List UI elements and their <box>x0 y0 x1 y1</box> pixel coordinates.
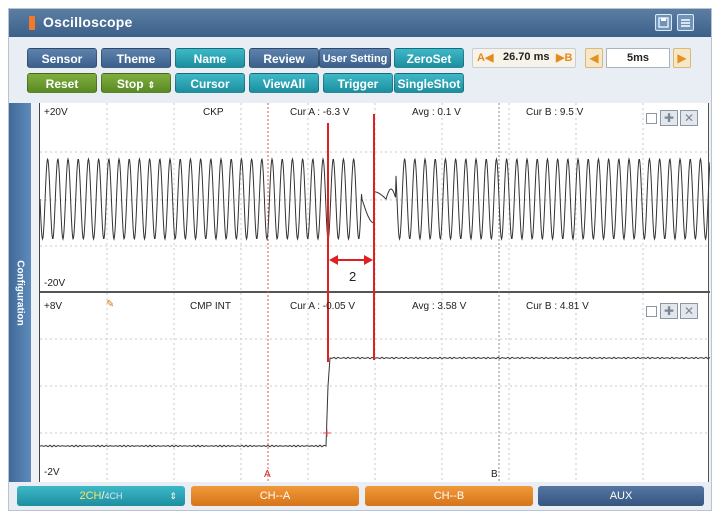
ch-a-button[interactable]: CH--A <box>191 486 359 506</box>
scope-display: +20V -20V CKP Cur A : -6.3 V Avg : 0.1 V… <box>39 103 710 482</box>
ch2-cur-a: Cur A : -0.05 V <box>290 301 356 312</box>
channel-count-other: 4CH <box>104 491 123 501</box>
window-menu-icon[interactable] <box>677 14 694 31</box>
stop-button-label: Stop <box>116 77 144 91</box>
review-button[interactable]: Review <box>249 48 319 68</box>
ch1-bottom-scale: -20V <box>44 278 66 289</box>
channel-count-selected: 2CH <box>79 490 102 502</box>
cursor-a-marker: A◀ <box>477 52 494 64</box>
window-title: Oscilloscope <box>43 14 133 30</box>
ch2-close-icon[interactable]: ✕ <box>680 303 698 319</box>
cursor-a-label: A <box>264 469 271 480</box>
timebase-decrease-button[interactable]: ◀ <box>585 48 603 68</box>
sensor-button[interactable]: Sensor <box>27 48 97 68</box>
zeroset-button[interactable]: ZeroSet <box>394 48 464 68</box>
ch1-cur-b: Cur B : 9.5 V <box>526 107 584 118</box>
title-bar: Oscilloscope <box>9 9 711 37</box>
scope-grid <box>40 103 710 482</box>
singleshot-button[interactable]: SingleShot <box>394 73 464 93</box>
annotation-label: 2 <box>349 269 357 284</box>
aux-button[interactable]: AUX <box>538 486 704 506</box>
cursor-time-display: A◀ 26.70 ms ▶B <box>472 48 576 68</box>
oscilloscope-app-icon <box>29 16 35 30</box>
trigger-button[interactable]: Trigger <box>323 73 393 93</box>
ch1-avg: Avg : 0.1 V <box>412 107 461 118</box>
cursor-b-label: B <box>491 469 498 480</box>
ch2-select-checkbox[interactable] <box>646 306 657 317</box>
ch2-zoom-icon[interactable]: ✚ <box>660 303 678 319</box>
ch2-bottom-scale: -2V <box>44 467 60 478</box>
stop-updown-icon: ⇕ <box>147 80 156 90</box>
ch1-close-icon[interactable]: ✕ <box>680 110 698 126</box>
ch1-name: CKP <box>203 107 224 118</box>
configuration-tab[interactable]: Configuration <box>9 103 31 482</box>
user-setting-button[interactable]: User Setting <box>319 48 391 68</box>
oscilloscope-window: Oscilloscope Sensor Theme Name Review Us… <box>8 8 712 511</box>
channel-count-selector[interactable]: 2CH/4CH ⇕ <box>17 486 185 506</box>
ch-b-button[interactable]: CH--B <box>365 486 533 506</box>
stop-button[interactable]: Stop ⇕ <box>101 73 171 93</box>
ch2-avg: Avg : 3.58 V <box>412 301 467 312</box>
ch1-select-checkbox[interactable] <box>646 113 657 124</box>
ch2-probe-icon: ✎ <box>106 299 115 310</box>
ch2-name: CMP INT <box>190 301 231 312</box>
timebase-increase-button[interactable]: ▶ <box>673 48 691 68</box>
ch1-cur-a: Cur A : -6.3 V <box>290 107 350 118</box>
cursor-button[interactable]: Cursor <box>175 73 245 93</box>
toolbar: Sensor Theme Name Review User Setting Ze… <box>9 37 711 103</box>
timebase-value[interactable]: 5ms <box>606 48 670 68</box>
reset-button[interactable]: Reset <box>27 73 97 93</box>
name-button[interactable]: Name <box>175 48 245 68</box>
bottom-bar: 2CH/4CH ⇕ CH--A CH--B AUX <box>9 482 711 510</box>
configuration-label: Configuration <box>14 260 26 326</box>
viewall-button[interactable]: ViewAll <box>249 73 319 93</box>
cursor-b-marker: ▶B <box>556 52 573 64</box>
ch1-zoom-icon[interactable]: ✚ <box>660 110 678 126</box>
window-save-icon[interactable] <box>655 14 672 31</box>
ch2-top-scale: +8V <box>44 301 63 312</box>
channel-count-updown-icon: ⇕ <box>169 491 177 501</box>
ch1-top-scale: +20V <box>44 107 68 118</box>
ch2-cur-b: Cur B : 4.81 V <box>526 301 589 312</box>
theme-button[interactable]: Theme <box>101 48 171 68</box>
cursor-time-value: 26.70 ms <box>503 51 550 63</box>
